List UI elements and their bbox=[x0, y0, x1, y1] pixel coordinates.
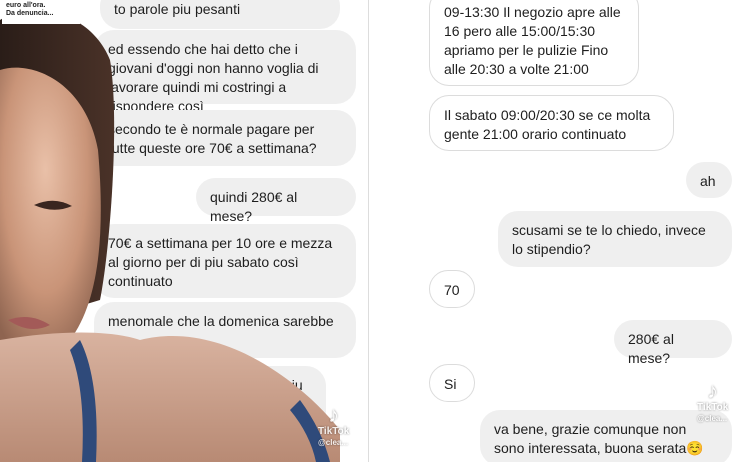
left-chat-screenshot: to parole piu pesanti ed essendo che hai… bbox=[0, 0, 369, 462]
message-text: va bene, grazie comunque non sono intere… bbox=[494, 421, 704, 456]
message-text: Il sabato 09:00/20:30 se ce molta gente … bbox=[444, 107, 651, 142]
message-bubble: to parole piu pesanti bbox=[100, 0, 340, 29]
message-bubble: 280€ al mese? bbox=[614, 320, 732, 366]
message-bubble: scusami se te lo chiedo, invece lo stipe… bbox=[498, 211, 732, 267]
watermark-brand: TikTok bbox=[697, 402, 729, 413]
message-text: Si bbox=[444, 376, 457, 392]
video-caption: euro all'ora. Da denuncia... bbox=[2, 0, 80, 24]
message-bubble: Il sabato 09:00/20:30 se ce molta gente … bbox=[429, 95, 674, 151]
message-text: menomale che la domenica sarebbe di bbox=[108, 313, 334, 348]
message-bubble: 70€ a settimana per 10 ore e mezza al gi… bbox=[94, 224, 356, 298]
message-bubble: 70 bbox=[429, 270, 475, 308]
right-chat-screenshot: 09-13:30 Il negozio apre alle 16 pero al… bbox=[369, 0, 738, 462]
message-text: 70€ a settimana per 10 ore e mezza al gi… bbox=[108, 235, 333, 289]
tiktok-watermark: ♪ TikTok @clea... bbox=[697, 380, 728, 424]
message-bubble: 09-13:30 Il negozio apre alle 16 pero al… bbox=[429, 0, 639, 86]
watermark-user: @clea... bbox=[318, 438, 349, 447]
message-text: scusami se te lo chiedo, invece lo stipe… bbox=[512, 222, 706, 257]
message-text: secondo te è normale pagare per tutte qu… bbox=[108, 121, 317, 156]
message-bubble: secondo te è normale pagare per tutte qu… bbox=[94, 110, 356, 166]
caption-line: euro all'ora. bbox=[6, 2, 46, 9]
message-text: quindi 280€ al mese? bbox=[210, 189, 298, 224]
message-bubble: Si bbox=[429, 364, 475, 402]
watermark-brand: TikTok bbox=[318, 426, 350, 437]
message-bubble: ed essendo che hai detto che i giovani d… bbox=[94, 30, 356, 114]
message-text: 09-13:30 Il negozio apre alle 16 pero al… bbox=[444, 4, 621, 77]
message-text: ah bbox=[700, 173, 716, 189]
message-bubble: quindi 280€ al mese? bbox=[196, 178, 356, 224]
tiktok-watermark: ♪ TikTok @clea... bbox=[318, 404, 349, 448]
message-text: to parole piu pesanti bbox=[114, 1, 241, 17]
message-text: 280€ al mese? bbox=[628, 331, 674, 366]
watermark-user: @clea... bbox=[697, 414, 728, 423]
message-bubble: ah bbox=[686, 162, 732, 198]
tiktok-logo-icon: ♪ bbox=[707, 378, 719, 403]
message-bubble: menomale che la domenica sarebbe di bbox=[94, 302, 356, 358]
message-bubble: e ci sono piu volevi la bbox=[200, 366, 326, 446]
caption-line: Da denuncia... bbox=[6, 10, 54, 17]
tiktok-logo-icon: ♪ bbox=[328, 402, 340, 427]
message-text: ed essendo che hai detto che i giovani d… bbox=[108, 41, 319, 114]
message-text: e ci sono piu volevi la bbox=[224, 377, 303, 412]
message-bubble: va bene, grazie comunque non sono intere… bbox=[480, 410, 732, 462]
message-text: 70 bbox=[444, 282, 460, 298]
